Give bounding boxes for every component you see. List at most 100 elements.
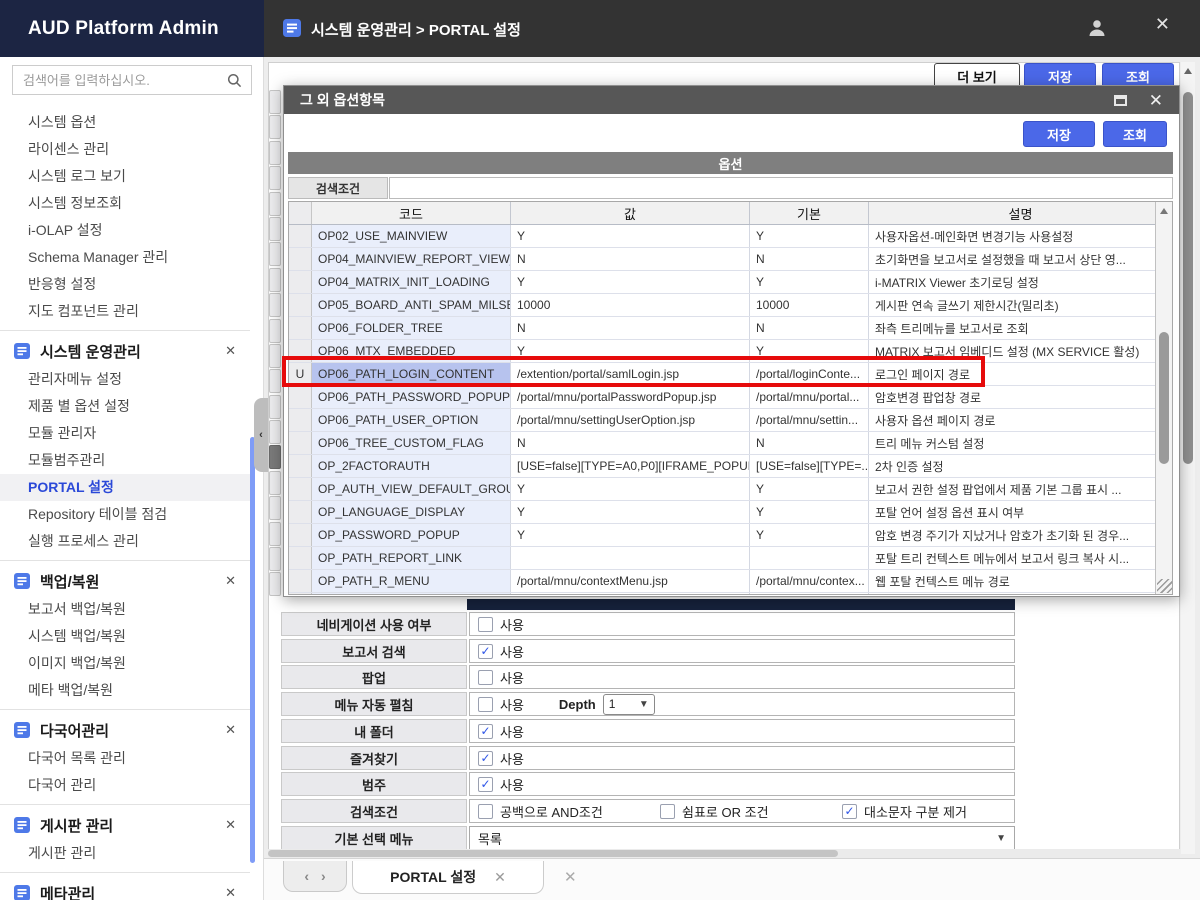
tab-close-icon[interactable]: ✕ [494, 869, 506, 886]
cell-code[interactable]: OP04_MAINVIEW_REPORT_VIEW_... [312, 248, 511, 270]
cell-desc[interactable]: 사용자옵션-메인화면 변경기능 사용설정 [869, 225, 1172, 247]
cell-desc[interactable]: 암호변경 팝업창 경로 [869, 386, 1172, 408]
checkbox[interactable] [478, 751, 493, 766]
table-row[interactable]: OP_2FACTORAUTH[USE=false][TYPE=A0,P0][IF… [289, 455, 1172, 478]
sidebar-item[interactable]: 다국어 관리 [0, 772, 250, 799]
sidebar-item[interactable]: 다국어 목록 관리 [0, 745, 250, 772]
cell-code[interactable]: OP06_FOLDER_TREE [312, 317, 511, 339]
header-code[interactable]: 코드 [312, 202, 511, 224]
cell-value[interactable]: N [511, 248, 750, 270]
cell-default[interactable] [750, 547, 869, 569]
table-row[interactable]: OP05_BOARD_ANTI_SPAM_MILSEC1000010000게시판… [289, 294, 1172, 317]
maximize-icon[interactable] [1114, 95, 1127, 106]
sidebar-collapse-handle[interactable]: ‹ [254, 398, 268, 472]
checkbox[interactable] [478, 724, 493, 739]
header-desc[interactable]: 설명 [869, 202, 1172, 224]
tab-portal-settings[interactable]: PORTAL 설정 ✕ [352, 861, 544, 894]
cell-value[interactable]: /portal/mnu/settingUserOption.jsp [511, 409, 750, 431]
section-close-icon[interactable]: ✕ [225, 343, 236, 359]
cell-desc[interactable]: 웹 포탈 컨텍스트 메뉴 경로 [869, 570, 1172, 592]
grid-row-header-cell[interactable] [269, 547, 281, 571]
cell-value[interactable]: /extention/portal/samlLogin.jsp [511, 363, 750, 385]
cell-default[interactable]: Y [750, 271, 869, 293]
cell-desc[interactable]: 게시판 연속 글쓰기 제한시간(밀리초) [869, 294, 1172, 316]
sidebar-item[interactable]: 모듈범주관리 [0, 447, 250, 474]
filter-input[interactable] [389, 177, 1173, 199]
cell-value[interactable]: /portal/mnu/portalPasswordPopup.jsp [511, 386, 750, 408]
table-scrollbar-thumb[interactable] [1159, 332, 1169, 464]
depth-select[interactable]: 1▼ [603, 694, 655, 715]
section-close-icon[interactable]: ✕ [225, 722, 236, 738]
grid-row-header-cell[interactable] [269, 293, 281, 317]
cell-desc[interactable]: 포탈 언어 설정 옵션 표시 여부 [869, 501, 1172, 523]
cell-code[interactable]: OP_AUTH_VIEW_DEFAULT_GROUP [312, 478, 511, 500]
cell-code[interactable]: OP_2FACTORAUTH [312, 455, 511, 477]
sidebar-item[interactable]: 메타 백업/복원 [0, 677, 250, 704]
sidebar-section-3[interactable]: 다국어관리✕ [0, 715, 250, 745]
checkbox[interactable] [660, 804, 675, 819]
sidebar-item[interactable]: 관리자메뉴 설정 [0, 366, 250, 393]
cell-value[interactable]: Y [511, 524, 750, 546]
modal-close-icon[interactable]: ✕ [1149, 92, 1163, 109]
page-horizontal-scrollbar[interactable] [268, 849, 1180, 858]
sidebar-item[interactable]: 실행 프로세스 관리 [0, 528, 250, 555]
cell-value[interactable]: [USE=false][TYPE=A0,P0][IFRAME_POPUP_... [511, 455, 750, 477]
grid-row-header-cell[interactable] [269, 471, 281, 495]
cell-default[interactable]: /portal/loginConte... [750, 363, 869, 385]
page-vertical-scrollbar[interactable] [1181, 62, 1195, 854]
grid-row-header-cell[interactable] [269, 420, 281, 444]
sidebar-item[interactable]: 시스템 백업/복원 [0, 623, 250, 650]
cell-code[interactable]: OP_PATH_REPORT_LINK [312, 547, 511, 569]
cell-code[interactable]: OP_PASSWORD_POPUP [312, 524, 511, 546]
cell-value[interactable]: Y [511, 225, 750, 247]
cell-value[interactable]: /portal/mnu/contextMenu.jsp [511, 570, 750, 592]
grid-row-header-cell[interactable] [269, 217, 281, 241]
grid-row-header-cell[interactable] [269, 395, 281, 419]
sidebar-section-5[interactable]: 메타관리✕ [0, 878, 250, 900]
tab-prev-icon[interactable]: ‹ [304, 868, 309, 884]
window-close-icon[interactable]: ✕ [1155, 15, 1170, 33]
checkbox[interactable] [478, 697, 493, 712]
grid-row-header-cell[interactable] [269, 90, 281, 114]
sidebar-section-4[interactable]: 게시판 관리✕ [0, 810, 250, 840]
checkbox[interactable] [842, 804, 857, 819]
cell-desc[interactable]: 초기화면을 보고서로 설정했을 때 보고서 상단 영... [869, 248, 1172, 270]
sidebar-section-2[interactable]: 백업/복원✕ [0, 566, 250, 596]
cell-default[interactable]: /portal/mnu/settin... [750, 409, 869, 431]
sidebar-item[interactable]: Repository 테이블 점검 [0, 501, 250, 528]
cell-value[interactable]: 10000 [511, 294, 750, 316]
cell-value[interactable]: Y [511, 501, 750, 523]
grid-row-header-cell[interactable] [269, 496, 281, 520]
cell-default[interactable]: [USE=false][TYPE=... [750, 455, 869, 477]
cell-value[interactable]: Y [511, 271, 750, 293]
modal-save-button[interactable]: 저장 [1023, 121, 1095, 147]
cell-code[interactable]: OP05_BOARD_ANTI_SPAM_MILSEC [312, 294, 511, 316]
cell-value[interactable] [511, 547, 750, 569]
cell-default[interactable]: Y [750, 340, 869, 362]
page-scrollbar-thumb[interactable] [1183, 92, 1193, 464]
grid-row-header-cell[interactable] [269, 572, 281, 596]
grid-row-header-cell[interactable] [269, 369, 281, 393]
sidebar-item[interactable]: 시스템 옵션 [0, 109, 250, 136]
cell-default[interactable]: /portal/mnu/contex... [750, 570, 869, 592]
sidebar-item[interactable]: 제품 별 옵션 설정 [0, 393, 250, 420]
cell-value[interactable]: Y [511, 340, 750, 362]
table-row[interactable]: OP_PASSWORD_POPUPYY암호 변경 주기가 지났거나 암호가 초기… [289, 524, 1172, 547]
cell-code[interactable]: OP_PATH_R_MENU [312, 570, 511, 592]
cell-desc[interactable]: MATRIX 보고서 임베디드 설정 (MX SERVICE 활성) [869, 340, 1172, 362]
sidebar-item[interactable]: 시스템 로그 보기 [0, 163, 250, 190]
checkbox[interactable] [478, 644, 493, 659]
checkbox[interactable] [478, 617, 493, 632]
cell-default[interactable]: Y [750, 524, 869, 546]
cell-default[interactable]: /portal/mnu/portal... [750, 386, 869, 408]
sidebar-scrollbar[interactable] [250, 437, 255, 863]
table-row[interactable]: OP04_MATRIX_INIT_LOADINGYYi-MATRIX Viewe… [289, 271, 1172, 294]
cell-default[interactable]: 10000 [750, 294, 869, 316]
checkbox[interactable] [478, 777, 493, 792]
table-vertical-scrollbar[interactable] [1155, 202, 1172, 594]
checkbox[interactable] [478, 670, 493, 685]
section-close-icon[interactable]: ✕ [225, 573, 236, 589]
cell-value[interactable]: N [511, 317, 750, 339]
table-row[interactable]: OP06_PATH_PASSWORD_POPUP/portal/mnu/port… [289, 386, 1172, 409]
cell-desc[interactable]: 2차 인증 설정 [869, 455, 1172, 477]
